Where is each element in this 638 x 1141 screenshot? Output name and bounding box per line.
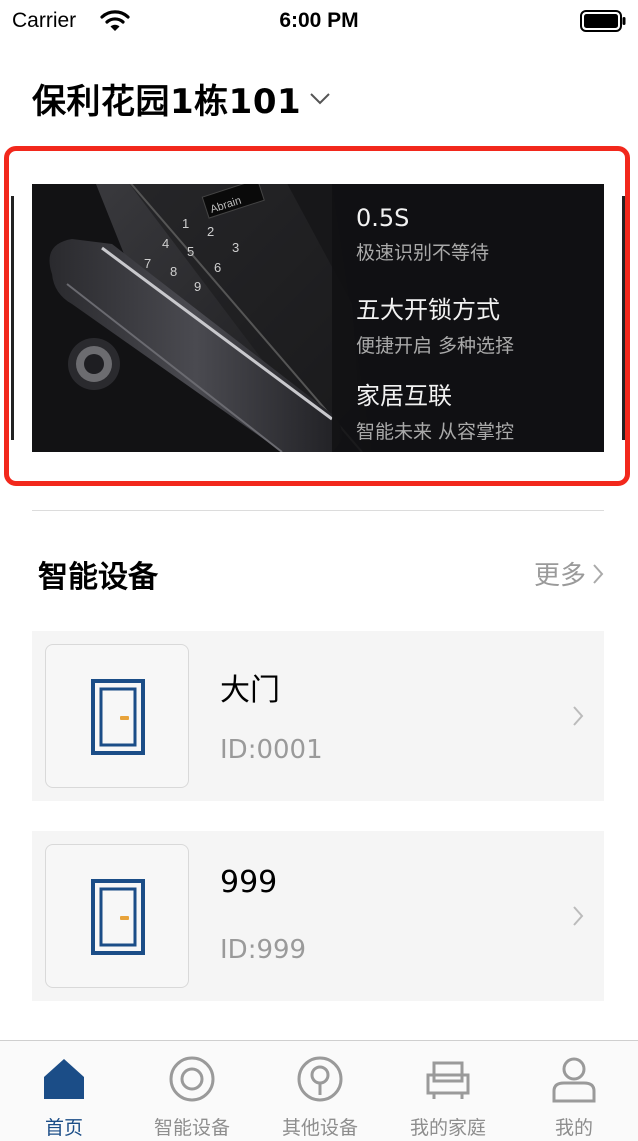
status-bar: Carrier 6:00 PM — [0, 0, 638, 44]
tab-label: 首页 — [44, 1117, 83, 1139]
device-name: 999 — [220, 865, 278, 900]
chevron-down-icon — [310, 92, 330, 104]
more-link[interactable]: 更多 — [534, 555, 604, 592]
door-icon — [91, 679, 145, 755]
tab-label: 我的家庭 — [409, 1117, 486, 1139]
more-label: 更多 — [533, 561, 586, 591]
tab-home[interactable]: 首页 — [0, 1041, 128, 1141]
profile-icon — [552, 1057, 596, 1103]
device-card[interactable]: 大门 ID:0001 — [32, 631, 604, 801]
banner-highlight-frame — [4, 146, 630, 486]
chevron-right-icon — [573, 706, 584, 726]
home-selector[interactable]: 保利花园1栋101 — [32, 74, 331, 123]
home-title: 保利花园1栋101 — [32, 82, 302, 122]
battery-icon — [580, 10, 626, 32]
other-device-icon — [297, 1056, 343, 1102]
clock: 6:00 PM — [279, 9, 359, 32]
door-icon — [91, 879, 145, 955]
tab-my-family[interactable]: 我的家庭 — [384, 1041, 512, 1141]
device-id: ID:999 — [220, 935, 307, 965]
tab-other-devices[interactable]: 其他设备 — [256, 1041, 384, 1141]
smart-device-icon — [169, 1056, 215, 1102]
device-name: 大门 — [220, 673, 280, 708]
section-title: 智能设备 — [38, 560, 158, 595]
device-icon-box — [45, 644, 189, 788]
family-icon — [426, 1061, 470, 1099]
device-icon-box — [45, 844, 189, 988]
device-id: ID:0001 — [220, 735, 323, 765]
tab-label: 其他设备 — [281, 1117, 358, 1139]
device-card[interactable]: 999 ID:999 — [32, 831, 604, 1001]
chevron-right-icon — [593, 563, 604, 584]
chevron-right-icon — [573, 906, 584, 926]
divider — [32, 510, 604, 511]
tab-label: 我的 — [554, 1117, 593, 1139]
tab-smart-devices[interactable]: 智能设备 — [128, 1041, 256, 1141]
home-icon — [44, 1059, 84, 1099]
tab-label: 智能设备 — [153, 1117, 230, 1139]
tab-profile[interactable]: 我的 — [510, 1041, 638, 1141]
tab-bar: 首页 智能设备 其他设备 我的家庭 我的 — [0, 1040, 638, 1141]
